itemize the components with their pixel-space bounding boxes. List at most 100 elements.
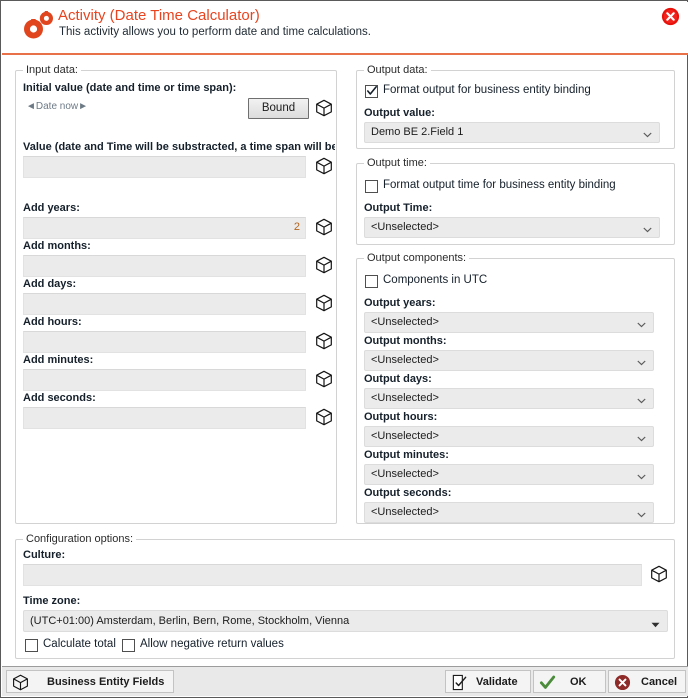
output-hours-select[interactable]: <Unselected> (364, 426, 654, 447)
calculate-total-label: Calculate total (43, 638, 116, 650)
business-entity-fields-label: Business Entity Fields (47, 676, 165, 688)
cube-icon-add-hours[interactable] (315, 332, 333, 350)
cancel-label: Cancel (641, 676, 678, 688)
format-output-checkbox-label: Format output for business entity bindin… (383, 84, 591, 96)
cancel-button[interactable]: Cancel (608, 670, 686, 693)
timezone-label: Time zone: (23, 595, 81, 607)
validate-icon (451, 674, 468, 691)
initial-value-label: Initial value (date and time or time spa… (23, 82, 237, 94)
page-title: Activity (Date Time Calculator) (58, 7, 260, 24)
output-value-label: Output value: (364, 107, 435, 119)
output-minutes-label: Output minutes: (364, 449, 449, 461)
bound-button-label: Bound (261, 102, 296, 114)
cube-icon-add-minutes[interactable] (315, 370, 333, 388)
input-data-legend: Input data: (23, 64, 81, 76)
close-icon[interactable] (661, 7, 680, 26)
add-days-label: Add days: (23, 278, 77, 290)
add-years-input[interactable]: 2 (23, 217, 306, 239)
validate-button[interactable]: Validate (445, 670, 531, 693)
components-utc-checkbox-label: Components in UTC (383, 274, 488, 286)
output-months-select[interactable]: <Unselected> (364, 350, 654, 371)
output-years-selected: <Unselected> (371, 316, 439, 328)
chevron-down-icon (637, 395, 646, 404)
value-input[interactable] (23, 156, 306, 178)
cube-icon-add-days[interactable] (315, 294, 333, 312)
add-minutes-input[interactable] (23, 369, 306, 391)
output-time-group: Output time: Format output time for busi… (356, 157, 675, 245)
output-seconds-select[interactable]: <Unselected> (364, 502, 654, 523)
gears-icon (12, 10, 58, 48)
output-value-select[interactable]: Demo BE 2.Field 1 (364, 122, 660, 143)
add-hours-input[interactable] (23, 331, 306, 353)
output-years-select[interactable]: <Unselected> (364, 312, 654, 333)
checkbox-box (365, 275, 378, 288)
chevron-down-icon (637, 509, 646, 518)
output-time-select[interactable]: <Unselected> (364, 217, 660, 238)
page-subtitle: This activity allows you to perform date… (59, 26, 371, 38)
ok-button[interactable]: OK (533, 670, 606, 693)
dialog-header: Activity (Date Time Calculator) This act… (2, 2, 688, 53)
check-icon (539, 674, 556, 691)
chevron-down-icon (637, 319, 646, 328)
allow-negative-label: Allow negative return values (140, 638, 284, 650)
output-time-legend: Output time: (364, 157, 430, 169)
chevron-down-icon (637, 357, 646, 366)
cancel-icon (614, 674, 631, 691)
checkbox-box (25, 639, 38, 652)
add-seconds-input[interactable] (23, 407, 306, 429)
output-time-label: Output Time: (364, 202, 433, 214)
output-minutes-select[interactable]: <Unselected> (364, 464, 654, 485)
cube-icon-initial-value[interactable] (315, 99, 333, 117)
validate-label: Validate (476, 676, 518, 688)
output-years-label: Output years: (364, 297, 436, 309)
value-label: Value (date and Time will be substracted… (23, 141, 335, 153)
format-output-time-checkbox-label: Format output time for business entity b… (383, 179, 616, 191)
configuration-options-group: Configuration options: Culture: Time zon… (15, 533, 675, 659)
business-entity-fields-button[interactable]: Business Entity Fields (6, 670, 174, 693)
output-data-legend: Output data: (364, 64, 431, 76)
output-components-legend: Output components: (364, 252, 470, 264)
output-days-selected: <Unselected> (371, 392, 439, 404)
add-years-value: 2 (293, 221, 300, 233)
timezone-select[interactable]: (UTC+01:00) Amsterdam, Berlin, Bern, Rom… (23, 610, 668, 632)
checkbox-box (122, 639, 135, 652)
header-separator (2, 53, 688, 55)
add-months-input[interactable] (23, 255, 306, 277)
cube-icon-add-seconds[interactable] (315, 408, 333, 426)
check-icon (366, 85, 378, 97)
add-seconds-label: Add seconds: (23, 392, 96, 404)
date-now-placeholder: ◄Date now► (26, 101, 89, 112)
culture-label: Culture: (23, 549, 66, 561)
output-seconds-selected: <Unselected> (371, 506, 439, 518)
chevron-down-icon (643, 129, 652, 138)
output-days-label: Output days: (364, 373, 432, 385)
output-hours-label: Output hours: (364, 411, 438, 423)
output-value-selected: Demo BE 2.Field 1 (371, 126, 464, 138)
cube-icon-business-entity (12, 674, 29, 691)
timezone-selected: (UTC+01:00) Amsterdam, Berlin, Bern, Rom… (30, 615, 350, 627)
dialog-window: Activity (Date Time Calculator) This act… (0, 0, 688, 698)
bound-button[interactable]: Bound (248, 98, 309, 119)
cube-icon-value[interactable] (315, 157, 333, 175)
output-data-group: Output data: Format output for business … (356, 64, 675, 149)
add-minutes-label: Add minutes: (23, 354, 94, 366)
output-minutes-selected: <Unselected> (371, 468, 439, 480)
output-months-label: Output months: (364, 335, 447, 347)
add-years-label: Add years: (23, 202, 80, 214)
culture-input[interactable] (23, 564, 642, 586)
chevron-down-icon (637, 471, 646, 480)
output-days-select[interactable]: <Unselected> (364, 388, 654, 409)
cube-icon-add-months[interactable] (315, 256, 333, 274)
input-data-group: Input data: Initial value (date and time… (15, 64, 337, 524)
cube-icon-add-years[interactable] (315, 218, 333, 236)
output-time-selected: <Unselected> (371, 221, 439, 233)
cube-icon-culture[interactable] (650, 565, 668, 583)
output-months-selected: <Unselected> (371, 354, 439, 366)
chevron-down-icon (643, 224, 652, 233)
add-days-input[interactable] (23, 293, 306, 315)
add-months-label: Add months: (23, 240, 91, 252)
chevron-down-icon (637, 433, 646, 442)
bottom-toolbar: Business Entity Fields Validate OK Cance… (2, 666, 688, 696)
checkbox-box (365, 180, 378, 193)
ok-label: OK (570, 676, 587, 688)
